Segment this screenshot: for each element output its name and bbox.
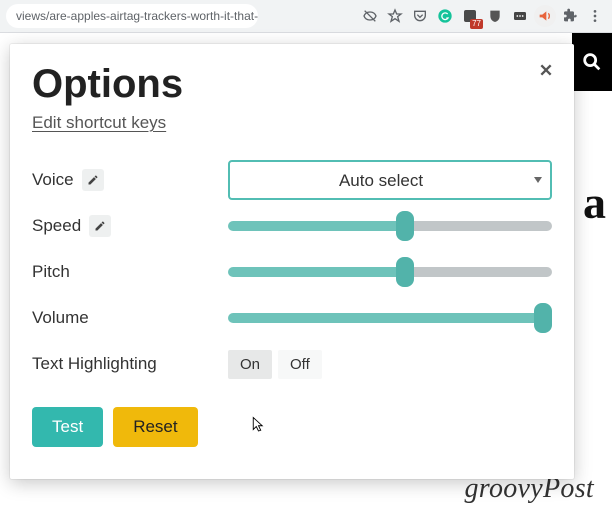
- voice-edit-button[interactable]: [82, 169, 104, 191]
- volume-slider[interactable]: [228, 313, 552, 323]
- highlight-on-button[interactable]: On: [228, 350, 272, 379]
- pencil-icon: [87, 174, 99, 186]
- speed-row: Speed: [32, 203, 552, 249]
- bookmark-star-icon[interactable]: [384, 5, 406, 27]
- action-buttons: Test Reset: [32, 407, 552, 447]
- pitch-slider[interactable]: [228, 267, 552, 277]
- close-icon: [538, 62, 554, 78]
- browser-toolbar: views/are-apples-airtag-trackers-worth-i…: [0, 0, 612, 33]
- lastpass-icon[interactable]: [509, 5, 531, 27]
- url-omnibox[interactable]: views/are-apples-airtag-trackers-worth-i…: [6, 4, 258, 28]
- extensions-puzzle-icon[interactable]: [559, 5, 581, 27]
- highlight-row: Text Highlighting On Off: [32, 341, 552, 387]
- volume-label: Volume: [32, 308, 89, 328]
- highlight-off-button[interactable]: Off: [278, 350, 322, 379]
- highlight-toggle: On Off: [228, 350, 322, 379]
- url-text: views/are-apples-airtag-trackers-worth-i…: [16, 9, 258, 23]
- ublock-icon[interactable]: [484, 5, 506, 27]
- page-search-button[interactable]: [572, 33, 612, 91]
- grammarly-icon[interactable]: [434, 5, 456, 27]
- reset-button[interactable]: Reset: [113, 407, 197, 447]
- page-content-peek: a: [583, 176, 606, 229]
- voice-label: Voice: [32, 170, 74, 190]
- panel-title: Options: [32, 62, 552, 107]
- pitch-row: Pitch: [32, 249, 552, 295]
- edit-shortcut-keys-link[interactable]: Edit shortcut keys: [32, 113, 166, 133]
- read-aloud-extension-icon[interactable]: [534, 5, 556, 27]
- options-panel: Options Edit shortcut keys Voice Auto se…: [10, 44, 574, 479]
- volume-row: Volume: [32, 295, 552, 341]
- voice-select[interactable]: Auto select: [228, 160, 552, 200]
- pocket-icon[interactable]: [409, 5, 431, 27]
- search-icon: [581, 51, 603, 73]
- speed-edit-button[interactable]: [89, 215, 111, 237]
- voice-row: Voice Auto select: [32, 157, 552, 203]
- close-button[interactable]: [532, 58, 560, 84]
- highlight-label: Text Highlighting: [32, 354, 157, 374]
- reader-icon[interactable]: [359, 5, 381, 27]
- pitch-label: Pitch: [32, 262, 70, 282]
- chrome-menu-icon[interactable]: [584, 5, 606, 27]
- noscript-icon[interactable]: 77: [459, 5, 481, 27]
- pencil-icon: [94, 220, 106, 232]
- badge-count: 77: [470, 19, 483, 29]
- test-button[interactable]: Test: [32, 407, 103, 447]
- speed-slider[interactable]: [228, 221, 552, 231]
- speed-label: Speed: [32, 216, 81, 236]
- toolbar-icons: 77: [359, 5, 606, 27]
